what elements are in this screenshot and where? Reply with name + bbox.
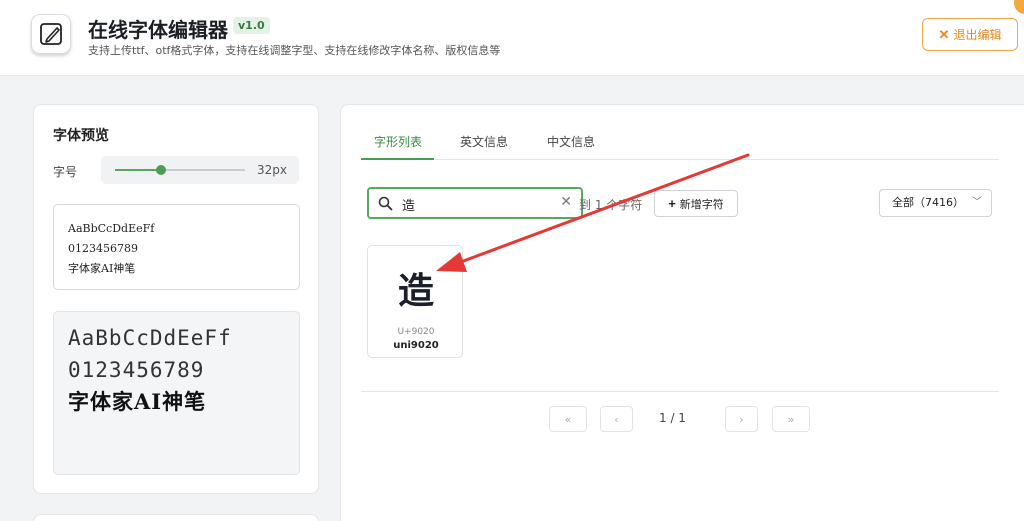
- font-size-label: 字号: [53, 165, 78, 179]
- app-logo: [31, 14, 71, 54]
- slider-fill: [115, 169, 161, 171]
- search-value: 造: [402, 199, 416, 214]
- clear-search-icon[interactable]: ✕: [560, 194, 572, 210]
- tab-glyph-list[interactable]: 字形列表: [374, 133, 422, 150]
- add-glyph-button[interactable]: + 新增字符: [654, 190, 738, 217]
- search-icon: [378, 196, 393, 211]
- version-badge: v1.0: [233, 17, 270, 34]
- glyph-card[interactable]: 造 U+9020 uni9020: [367, 245, 463, 358]
- font-preview-panel: 字体预览 字号 32px AaBbCcDdEeFf 0123456789 字体家…: [33, 104, 319, 494]
- pencil-square-icon: [40, 23, 62, 45]
- plus-icon: +: [668, 196, 676, 211]
- preview-line-latin: AaBbCcDdEeFf: [68, 326, 232, 350]
- filter-selected-value: 全部（7416）: [892, 196, 964, 209]
- glyph-filter-select[interactable]: 全部（7416） ﹀: [879, 189, 992, 217]
- preview-line-digits: 0123456789: [68, 358, 205, 382]
- search-result-count: 到 1 个字符: [579, 198, 643, 212]
- glyph-editor-panel: 字形列表 英文信息 中文信息 造 ✕ 到 1 个字符 + 新增字符 全部（741…: [340, 104, 1024, 521]
- pagination-divider: [361, 391, 999, 392]
- notification-dot: [1014, 0, 1024, 14]
- first-page-button[interactable]: «: [549, 406, 587, 432]
- page-indicator: 1 / 1: [659, 411, 686, 425]
- preview-panel-title: 字体预览: [53, 128, 109, 144]
- chevron-down-icon: ﹀: [972, 197, 982, 208]
- exit-edit-button[interactable]: ✕ 退出编辑: [922, 18, 1018, 51]
- glyph-character: 造: [397, 270, 434, 312]
- app-subtitle: 支持上传ttf、otf格式字体，支持在线调整字型、支持在线修改字体名称、版权信息…: [88, 44, 501, 57]
- prev-page-button[interactable]: ‹: [600, 406, 633, 432]
- glyph-name: uni9020: [393, 340, 439, 351]
- glyph-unicode: U+9020: [397, 327, 435, 337]
- sample-text-input[interactable]: AaBbCcDdEeFf 0123456789 字体家AI神笔: [53, 204, 300, 290]
- app-header: 在线字体编辑器 v1.0 支持上传ttf、otf格式字体，支持在线调整字型、支持…: [0, 0, 1024, 76]
- tab-english-info[interactable]: 英文信息: [460, 133, 508, 150]
- preview-line-chinese: 字体家AI神笔: [68, 389, 207, 414]
- glyph-search-input[interactable]: 造 ✕: [367, 187, 583, 219]
- close-icon: ✕: [938, 26, 950, 42]
- editor-tabs: 字形列表 英文信息 中文信息: [361, 123, 999, 160]
- slider-thumb[interactable]: [155, 165, 166, 175]
- last-page-button[interactable]: »: [772, 406, 810, 432]
- next-page-button[interactable]: ›: [725, 406, 758, 432]
- font-size-value: 32px: [257, 163, 287, 177]
- add-glyph-label: 新增字符: [679, 198, 724, 211]
- exit-edit-label: 退出编辑: [953, 28, 1002, 42]
- font-size-slider[interactable]: [115, 165, 245, 175]
- tab-chinese-info[interactable]: 中文信息: [547, 133, 595, 150]
- active-tab-indicator: [361, 158, 434, 160]
- font-size-slider-box: 32px: [101, 156, 299, 184]
- font-preview-box: AaBbCcDdEeFf 0123456789 字体家AI神笔: [53, 311, 300, 475]
- app-title: 在线字体编辑器: [88, 18, 228, 42]
- secondary-panel: [33, 514, 319, 521]
